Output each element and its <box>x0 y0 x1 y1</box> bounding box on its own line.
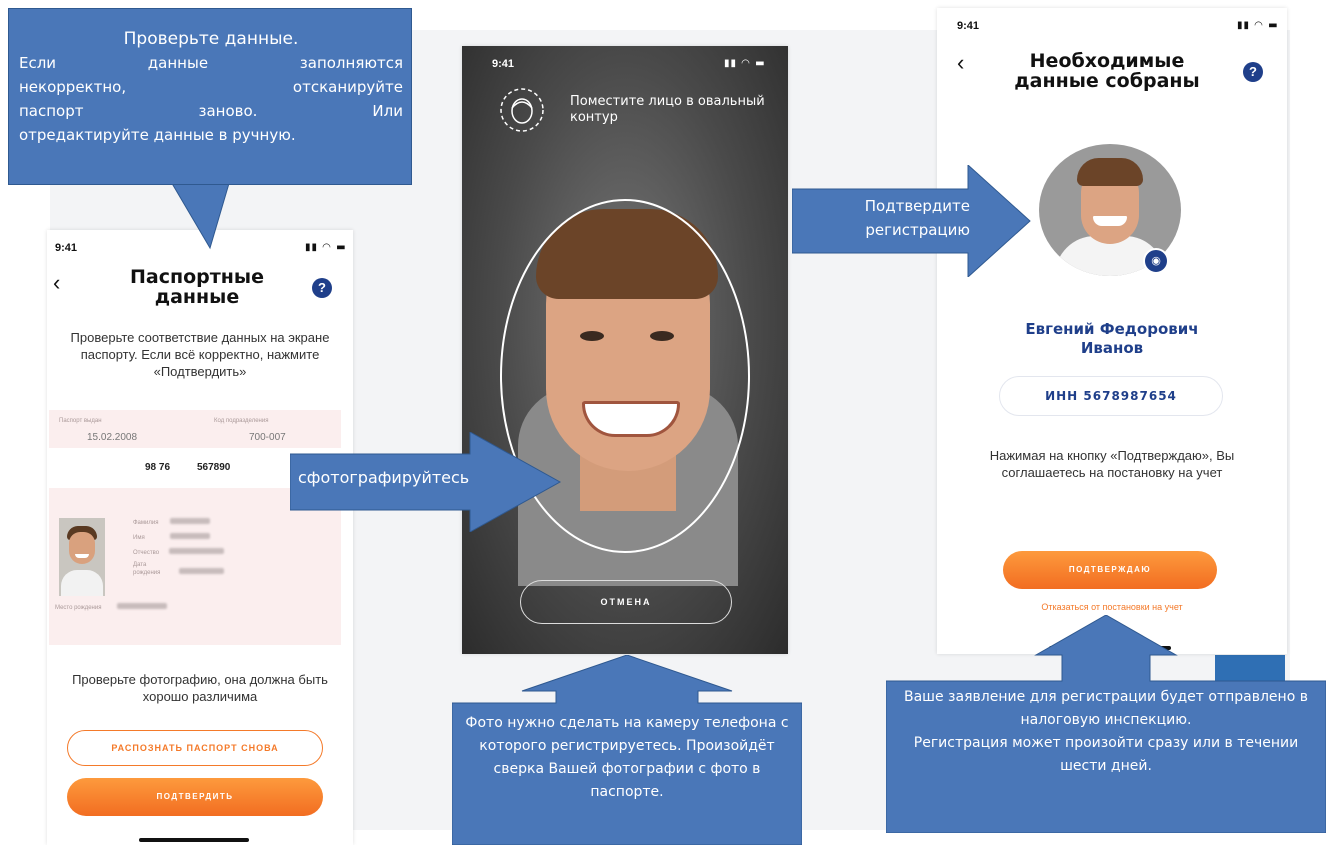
photo-check-text: Проверьте фотографию, она должна быть хо… <box>72 672 328 704</box>
name-label: Имя <box>133 535 145 541</box>
passport-number: 567890 <box>197 462 231 473</box>
user-full-name: Евгений Федорович Иванов <box>967 320 1257 358</box>
check-callout-line-1: Если данные заполняются <box>19 54 403 72</box>
decline-registration-link[interactable]: Отказаться от постановки на учет <box>967 602 1257 612</box>
title-line-1: Паспортные <box>130 266 264 288</box>
birthplace-row: Место рождения <box>55 603 168 611</box>
issued-label: Паспорт выдан <box>59 418 102 424</box>
status-icons: ▮▮ ◠ ▬ <box>724 58 766 69</box>
inn-badge: ИНН 5678987654 <box>999 376 1223 416</box>
birth-value-blurred <box>179 568 224 574</box>
check-callout-line-4: отредактируйте данные в ручную. <box>19 126 296 144</box>
check-callout-title: Проверьте данные. <box>123 29 299 49</box>
help-icon[interactable]: ? <box>1243 62 1263 82</box>
page-title: Паспортные данные <box>107 266 287 308</box>
code-label: Код подразделения <box>214 418 269 424</box>
back-button[interactable]: ‹ <box>957 50 964 76</box>
title-line-2: данные собраны <box>1014 69 1200 92</box>
passport-photo <box>59 518 105 596</box>
callout-pointer <box>169 180 231 250</box>
page-title: Необходимые данные собраны <box>997 50 1217 92</box>
cancel-button[interactable]: ОТМЕНА <box>520 580 732 624</box>
code-value: 700-007 <box>249 432 286 443</box>
take-photo-label: сфотографируйтесь <box>298 468 470 487</box>
confirm-button[interactable]: ПОДТВЕРДИТЬ <box>67 778 323 816</box>
camera-note-text: Фото нужно сделать на камеру телефона с … <box>465 715 789 800</box>
home-indicator <box>139 838 249 842</box>
back-button[interactable]: ‹ <box>53 270 60 296</box>
status-icons: ▮▮ ◠ ▬ <box>1237 20 1279 31</box>
birthplace-label: Место рождения <box>55 605 102 611</box>
name-value-blurred <box>170 533 211 539</box>
issued-value: 15.02.2008 <box>87 432 138 443</box>
help-icon[interactable]: ? <box>312 278 332 298</box>
surname-label: Фамилия <box>133 520 159 526</box>
check-callout-line-2: некорректно, отсканируйте <box>19 78 403 96</box>
status-time: 9:41 <box>55 242 78 254</box>
passport-screen: 9:41 ▮▮ ◠ ▬ ‹ Паспортные данные ? Провер… <box>47 230 353 845</box>
camera-hint: Поместите лицо в овальный контур <box>570 94 765 125</box>
personal-fields: Фамилия Имя Отчество Дата рождения <box>133 516 224 581</box>
rescan-passport-button[interactable]: РАСПОЗНАТЬ ПАСПОРТ СНОВА <box>67 730 323 766</box>
confirm-registration-button[interactable]: ПОДТВЕРЖДАЮ <box>1003 551 1217 589</box>
status-time: 9:41 <box>957 20 980 32</box>
title-line-2: данные <box>154 285 240 308</box>
check-callout-line-3: паспорт заново. Или <box>19 102 403 120</box>
submission-note-line-2: Регистрация может произойти сразу или в … <box>913 735 1299 774</box>
patronymic-value-blurred <box>168 548 224 554</box>
title-line-1: Необходимые <box>1029 50 1185 72</box>
camera-icon[interactable]: ◉ <box>1143 248 1169 274</box>
confirm-registration-label: Подтвердите регистрацию <box>864 197 970 239</box>
surname-value-blurred <box>170 518 211 524</box>
check-data-callout: Проверьте данные. Если данные заполняютс… <box>8 8 412 185</box>
birth-label: Дата рождения <box>133 562 161 576</box>
birthplace-value-blurred <box>117 603 168 609</box>
face-scan-icon <box>500 88 544 132</box>
submission-note-line-1: Ваше заявление для регистрации будет отп… <box>904 689 1308 728</box>
camera-screen: 9:41 ▮▮ ◠ ▬ Поместите лицо в овальный ко… <box>462 46 788 654</box>
name-line-1: Евгений Федорович <box>1025 320 1199 338</box>
patronymic-label: Отчество <box>133 550 160 556</box>
instruction-text: Проверьте соответствие данных на экране … <box>70 330 330 379</box>
agreement-text: Нажимая на кнопку «Подтверждаю», Вы согл… <box>989 448 1235 480</box>
name-line-2: Иванов <box>1080 338 1144 357</box>
passport-series: 98 76 <box>145 462 171 473</box>
result-screen: 9:41 ▮▮ ◠ ▬ ‹ Необходимые данные собраны… <box>937 8 1287 654</box>
submission-note-text: Ваше заявление для регистрации будет отп… <box>896 686 1316 778</box>
status-time: 9:41 <box>492 58 515 70</box>
status-icons: ▮▮ ◠ ▬ <box>305 242 347 253</box>
